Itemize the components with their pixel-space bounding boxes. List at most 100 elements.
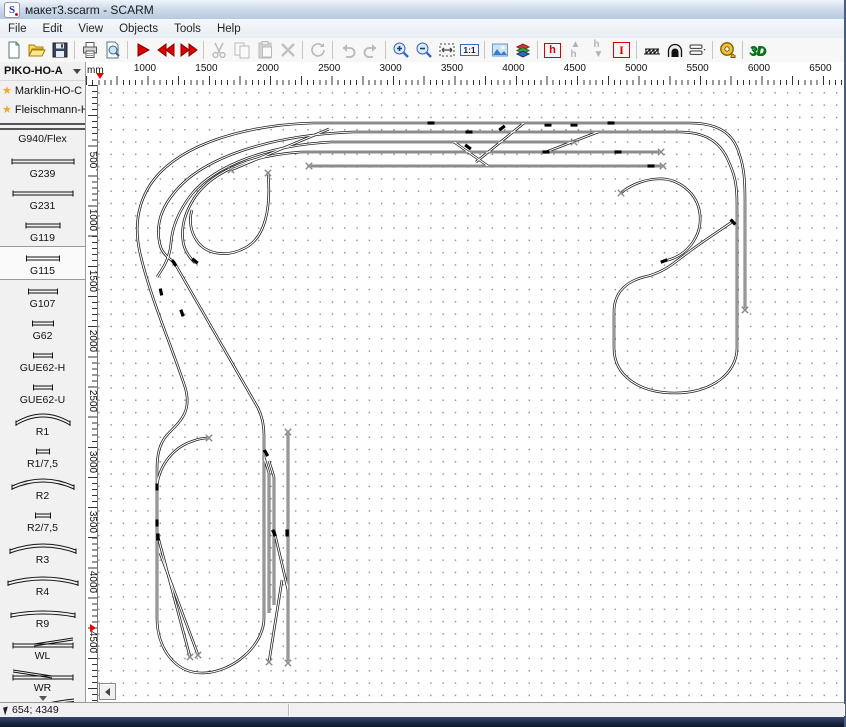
height-up-icon[interactable]: ▲h [564, 39, 587, 61]
toolbar-separator [484, 41, 485, 59]
track-item-label: WL [35, 650, 51, 662]
redo-icon[interactable] [359, 39, 382, 61]
cut-icon[interactable] [207, 39, 230, 61]
vertical-ruler: 50010001500200025003000350040004500 [86, 85, 98, 703]
track-item-G119[interactable]: G119 [0, 214, 85, 246]
toolbar-separator [302, 41, 303, 59]
track-item-label: R2/7,5 [27, 522, 58, 534]
bridge-icon[interactable] [640, 39, 663, 61]
favorite-library-fleischmann-ho[interactable]: ★Fleischmann-HO [0, 100, 85, 119]
turnout-mark [155, 484, 158, 491]
turnout-mark [156, 534, 159, 541]
rotate-icon[interactable] [306, 39, 329, 61]
heights-icon[interactable]: h [541, 39, 564, 61]
menu-item-view[interactable]: View [70, 21, 111, 37]
text-tool-icon[interactable]: I [610, 39, 633, 61]
layout-canvas[interactable] [98, 85, 844, 703]
turnout-mark [571, 123, 578, 126]
status-message-panel [289, 704, 844, 716]
print-icon[interactable] [78, 39, 101, 61]
height-down-icon[interactable]: h▼ [587, 39, 610, 61]
next-selection-icon[interactable] [177, 39, 200, 61]
track-item-R3[interactable]: R3 [0, 536, 85, 568]
h-ruler-label: 6000 [746, 63, 772, 74]
undo-icon[interactable] [336, 39, 359, 61]
track-item-WL[interactable]: WL [0, 632, 85, 664]
background-image-icon[interactable] [488, 39, 511, 61]
track-item-G115[interactable]: G115 [0, 246, 85, 280]
track-item-G239[interactable]: G239 [0, 150, 85, 182]
track-library-panel: PIKO-HO-A ★Marklin-HO-C★Fleischmann-HO G… [0, 62, 86, 703]
star-icon: ★ [2, 84, 12, 97]
menu-bar: FileEditViewObjectsToolsHelp [0, 19, 844, 39]
zoom-1-1-icon[interactable]: 1:1 [458, 39, 481, 61]
track-item-label: G239 [30, 168, 56, 180]
zoom-in-icon[interactable] [389, 39, 412, 61]
prev-selection-icon[interactable] [154, 39, 177, 61]
start-point-icon[interactable] [131, 39, 154, 61]
h-ruler-label: 2500 [316, 63, 342, 74]
v-ruler-label: 4000 [87, 569, 97, 595]
layers-icon[interactable] [511, 39, 534, 61]
track-item-R2[interactable]: R2 [0, 472, 85, 504]
track-plan-drawing [98, 85, 844, 703]
track-endpoint-mark [618, 190, 624, 196]
track-item-R9[interactable]: R9 [0, 600, 85, 632]
roadbed-icon[interactable] [686, 39, 709, 61]
turnout-mark [608, 121, 615, 124]
track-item-WR[interactable]: WR [0, 664, 85, 696]
save-icon[interactable] [48, 39, 71, 61]
toolbar-separator [742, 41, 743, 59]
scroll-left-icon [105, 688, 110, 696]
track-item-G231[interactable]: G231 [0, 182, 85, 214]
track-item-G107[interactable]: G107 [0, 280, 85, 312]
print-preview-icon[interactable] [101, 39, 124, 61]
track-item-GUE62-H[interactable]: GUE62-H [0, 344, 85, 376]
track-item-R1[interactable]: R1 [0, 408, 85, 440]
open-icon[interactable] [25, 39, 48, 61]
view-3d-icon[interactable]: 3D [746, 39, 769, 61]
track-item-G940-Flex[interactable]: G940/Flex [0, 130, 85, 150]
cursor-coordinates: 654; 4349 [12, 704, 59, 716]
toolbar-separator [712, 41, 713, 59]
toolbar-separator [385, 41, 386, 59]
track-item-R4[interactable]: R4 [0, 568, 85, 600]
track-item-GUE62-U[interactable]: GUE62-U [0, 376, 85, 408]
zoom-out-icon[interactable] [412, 39, 435, 61]
new-icon[interactable] [2, 39, 25, 61]
menu-item-help[interactable]: Help [209, 21, 249, 37]
measure-icon[interactable] [716, 39, 739, 61]
hscroll-left-button[interactable] [99, 683, 116, 700]
tunnel-icon[interactable] [663, 39, 686, 61]
ruler-cursor-marker-h [96, 73, 104, 79]
track-item-G62[interactable]: G62 [0, 312, 85, 344]
h-ruler-label: 3000 [377, 63, 403, 74]
v-ruler-label: 4500 [87, 629, 97, 655]
track-item-R2-7-5[interactable]: R2/7,5 [0, 504, 85, 536]
track-library-select[interactable]: PIKO-HO-A [0, 62, 85, 81]
track-item-R1-7-5[interactable]: R1/7,5 [0, 440, 85, 472]
v-ruler-label: 3000 [87, 449, 97, 475]
track-item-label: R4 [36, 586, 49, 598]
turnout-mark [498, 125, 505, 132]
paste-icon[interactable] [253, 39, 276, 61]
menu-item-tools[interactable]: Tools [166, 21, 209, 37]
menu-item-file[interactable]: File [0, 21, 35, 37]
turnout-mark [159, 288, 164, 296]
copy-icon[interactable] [230, 39, 253, 61]
list-scroll-down[interactable] [0, 694, 85, 702]
toolbar-separator [74, 41, 75, 59]
favorite-library-marklin-ho-c[interactable]: ★Marklin-HO-C [0, 81, 85, 100]
menu-item-objects[interactable]: Objects [111, 21, 166, 37]
zoom-fit-icon[interactable] [435, 39, 458, 61]
h-ruler-label: 2000 [255, 63, 281, 74]
menu-item-edit[interactable]: Edit [35, 21, 71, 37]
track-item-label: R2 [36, 490, 49, 502]
track-library-value: PIKO-HO-A [4, 65, 63, 77]
toolbar-separator [203, 41, 204, 59]
track-item-label: G107 [30, 298, 56, 310]
turnout-mark [543, 150, 550, 153]
window-bottom-edge [0, 717, 844, 727]
h-ruler-label: 4000 [500, 63, 526, 74]
delete-icon[interactable] [276, 39, 299, 61]
